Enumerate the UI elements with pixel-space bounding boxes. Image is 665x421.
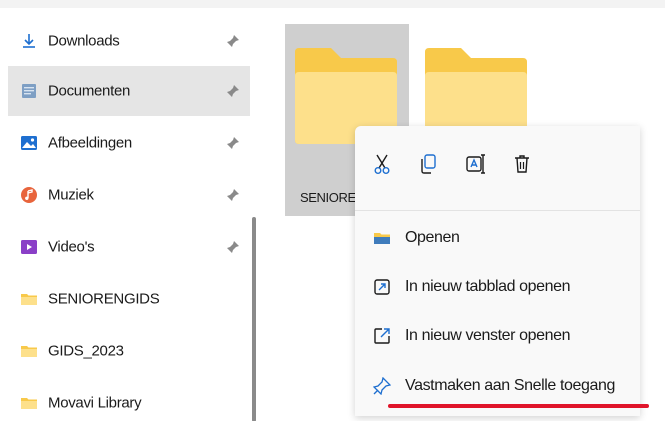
pin-icon[interactable]	[226, 84, 240, 98]
sidebar-item-label: Documenten	[48, 82, 131, 100]
sidebar-item-label: Movavi Library	[48, 394, 142, 412]
folder-icon	[21, 294, 37, 305]
cut-icon	[374, 154, 390, 174]
sidebar-scrollbar[interactable]	[252, 217, 256, 421]
pin-icon[interactable]	[226, 188, 240, 202]
folder-icon	[21, 346, 37, 357]
window-top-strip	[0, 0, 665, 8]
menu-item-openen[interactable]: Openen	[355, 216, 640, 260]
sidebar-item-muziek[interactable]: Muziek	[8, 170, 250, 220]
sidebar-item-videos[interactable]: Video's	[8, 222, 250, 272]
menu-item-label: Openen	[405, 229, 460, 246]
sidebar-item-seniorengids[interactable]: SENIORENGIDS	[8, 274, 250, 324]
context-menu-separator	[355, 210, 640, 211]
highlight-underline	[388, 404, 649, 408]
cut-button[interactable]	[371, 152, 393, 176]
menu-item-label: In nieuw venster openen	[405, 327, 571, 344]
folder-open-icon	[374, 233, 390, 244]
context-menu: Openen In nieuw tabblad openen In nieuw …	[355, 126, 640, 416]
sidebar-item-downloads[interactable]: Downloads	[8, 16, 250, 66]
sidebar-item-label: Afbeeldingen	[48, 134, 132, 152]
menu-item-label: Vastmaken aan Snelle toegang	[405, 377, 615, 394]
pin-icon[interactable]	[226, 34, 240, 48]
new-window-icon	[374, 328, 390, 344]
sidebar-item-movavi-library[interactable]: Movavi Library	[8, 378, 250, 421]
music-icon	[21, 187, 37, 203]
folder-name-label: SENIORE	[300, 190, 356, 205]
navigation-pane: Downloads Documenten Afbeeldingen Muziek…	[8, 12, 258, 421]
sidebar-item-label: Muziek	[48, 186, 94, 204]
menu-item-new-window[interactable]: In nieuw venster openen	[355, 314, 640, 358]
context-menu-toolbar	[355, 126, 640, 202]
folder-icon	[21, 398, 37, 409]
copy-icon	[421, 154, 436, 174]
pin-icon[interactable]	[226, 240, 240, 254]
rename-icon	[466, 154, 485, 174]
delete-icon	[515, 155, 529, 173]
sidebar-item-documenten[interactable]: Documenten	[8, 66, 250, 116]
sidebar-item-label: GIDS_2023	[48, 342, 124, 360]
pin-icon	[373, 377, 391, 395]
menu-item-new-tab[interactable]: In nieuw tabblad openen	[355, 265, 640, 309]
sidebar-item-label: Downloads	[48, 32, 120, 50]
sidebar-item-label: SENIORENGIDS	[48, 290, 160, 308]
copy-button[interactable]	[417, 152, 439, 176]
rename-button[interactable]	[465, 152, 487, 176]
sidebar-item-afbeeldingen[interactable]: Afbeeldingen	[8, 118, 250, 168]
video-icon	[21, 240, 37, 254]
delete-button[interactable]	[511, 152, 533, 176]
pictures-icon	[21, 136, 37, 150]
menu-item-label: In nieuw tabblad openen	[405, 278, 571, 295]
new-tab-icon	[374, 279, 390, 295]
sidebar-item-gids-2023[interactable]: GIDS_2023	[8, 326, 250, 376]
download-icon	[23, 34, 35, 48]
documents-icon	[22, 84, 36, 98]
menu-item-pin-quick-access[interactable]: Vastmaken aan Snelle toegang	[355, 364, 640, 408]
sidebar-item-label: Video's	[48, 238, 95, 256]
pin-icon[interactable]	[226, 136, 240, 150]
